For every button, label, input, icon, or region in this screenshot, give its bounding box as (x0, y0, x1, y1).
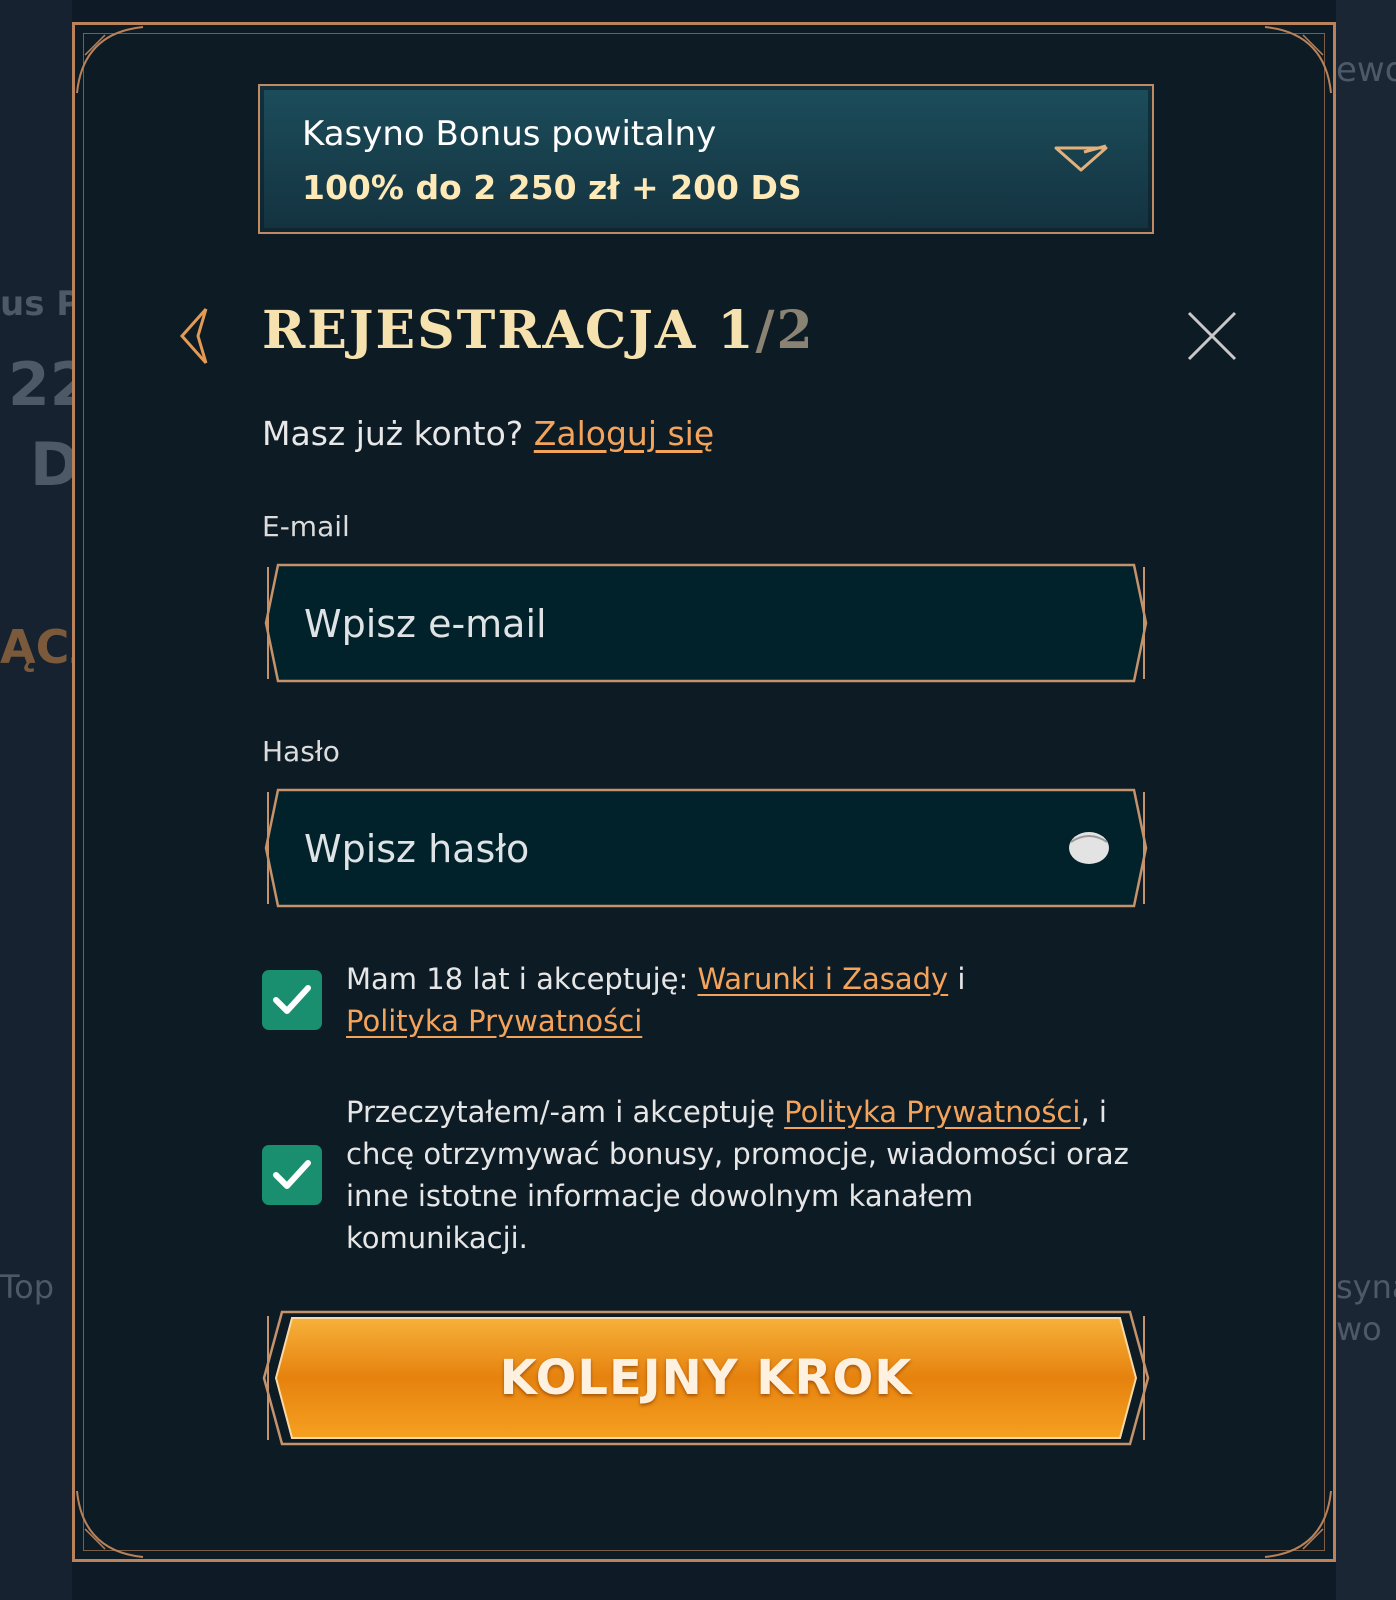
consent-text-before: Przeczytałem/-am i akceptuję (346, 1095, 785, 1129)
terms-link[interactable]: Warunki i Zasady (697, 962, 948, 996)
background-fragment: syna (1336, 1268, 1396, 1306)
password-label: Hasło (262, 735, 340, 768)
password-input[interactable] (302, 810, 1026, 888)
eye-icon[interactable] (1068, 830, 1110, 866)
age-terms-checkbox[interactable] (262, 970, 322, 1030)
chevron-left-icon[interactable] (176, 305, 216, 367)
background-fragment: wo (1336, 1310, 1382, 1348)
background-right-panel (1336, 0, 1396, 1600)
background-fragment: ewo (1336, 50, 1396, 90)
title-step: REJESTRACJA 1 (262, 300, 756, 361)
login-prompt: Masz już konto? Zaloguj się (262, 414, 714, 453)
age-terms-text: Mam 18 lat i akceptuję: Warunki i Zasady… (346, 958, 1146, 1042)
checkmark-icon (273, 985, 311, 1014)
corner-ornament-icon (75, 1489, 145, 1559)
chevron-down-icon (1054, 144, 1108, 172)
marketing-consent-checkbox[interactable] (262, 1145, 322, 1205)
bonus-value: 100% do 2 250 zł + 200 DS (302, 168, 802, 207)
email-input[interactable] (302, 585, 1026, 663)
page-title: REJESTRACJA 1/2 (262, 300, 815, 361)
next-step-button[interactable]: KOLEJNY KROK (262, 1310, 1150, 1446)
password-field-frame (262, 788, 1150, 908)
background-fragment: Top (0, 1268, 54, 1306)
consent-text-middle: i (948, 962, 966, 996)
corner-ornament-icon (75, 25, 145, 95)
privacy-policy-link[interactable]: Polityka Prywatności (346, 1004, 642, 1038)
title-step-total: /2 (755, 300, 815, 361)
checkmark-icon (273, 1160, 311, 1189)
login-prompt-text: Masz już konto? (262, 414, 534, 453)
background-left-panel (0, 0, 72, 1600)
login-link[interactable]: Zaloguj się (534, 414, 714, 453)
corner-ornament-icon (1263, 25, 1333, 95)
marketing-consent-text: Przeczytałem/-am i akceptuję Polityka Pr… (346, 1091, 1146, 1259)
email-label: E-mail (262, 510, 350, 543)
consent-text-before: Mam 18 lat i akceptuję: (346, 962, 698, 996)
bonus-selector[interactable]: Kasyno Bonus powitalny 100% do 2 250 zł … (258, 84, 1154, 234)
email-field-frame (262, 563, 1150, 683)
next-step-label: KOLEJNY KROK (499, 1350, 913, 1406)
bonus-title: Kasyno Bonus powitalny (302, 114, 717, 154)
corner-ornament-icon (1263, 1489, 1333, 1559)
close-icon[interactable] (1186, 310, 1238, 362)
privacy-policy-link[interactable]: Polityka Prywatności (784, 1095, 1080, 1129)
